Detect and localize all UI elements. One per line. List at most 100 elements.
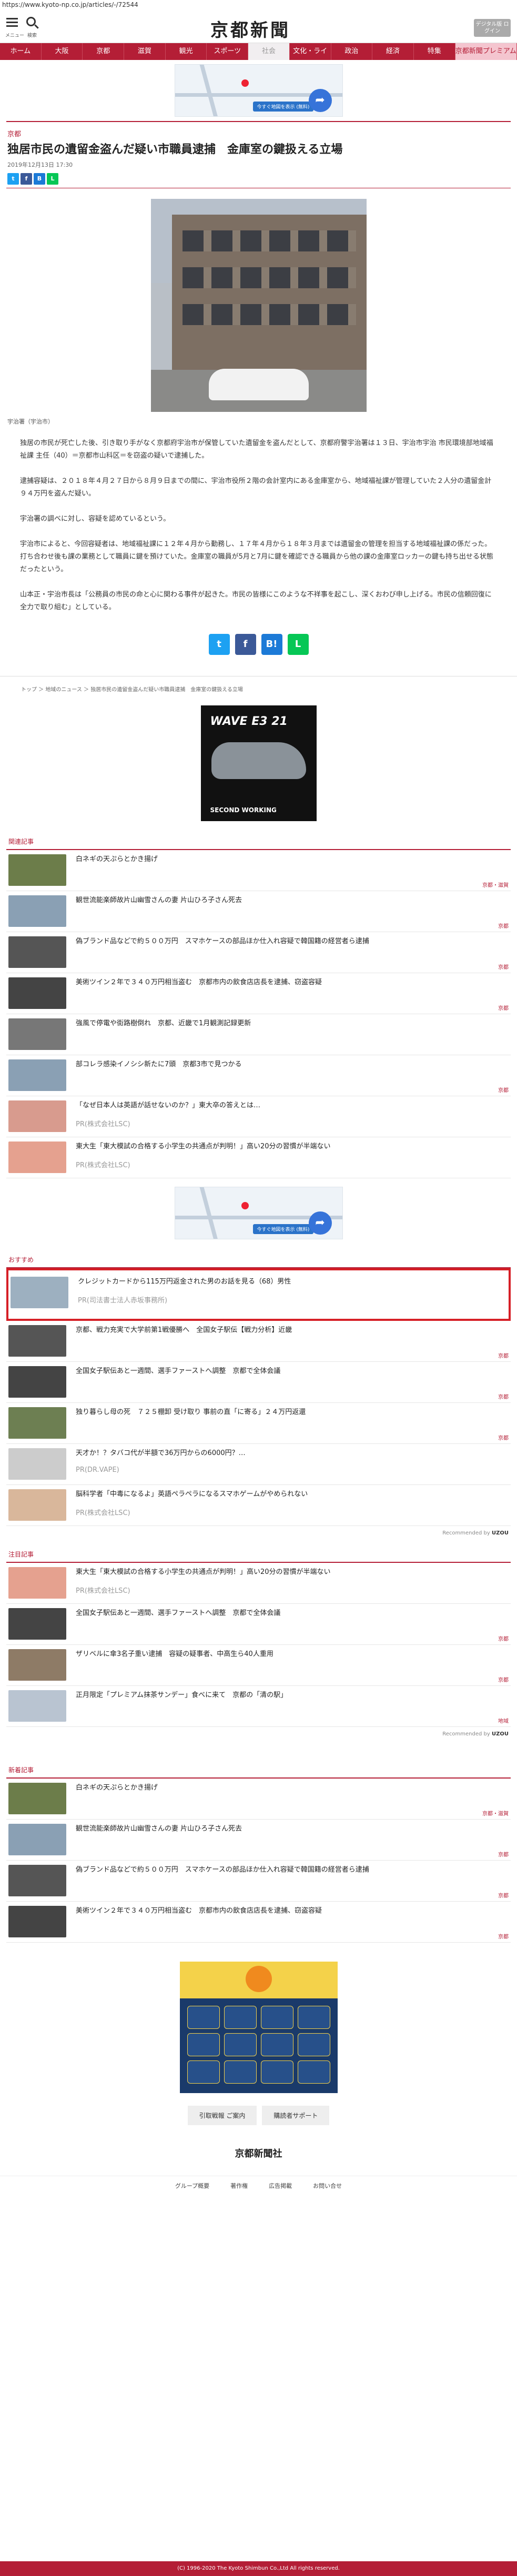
site-logo[interactable]: 京都新聞 [210,16,290,42]
item-tag: 京都 [498,1636,509,1642]
list-item[interactable]: 独り暮らし母の死 ７２５棚卸 受け取り 事前の直「に寄る」２４万円返還 京都 [6,1403,511,1444]
item-tag: 京都 [498,1353,509,1359]
list-item[interactable]: 東大生「東大模試の合格する小学生の共通点が判明！」高い20分の習慣が半端ない PR… [6,1137,511,1178]
line-icon[interactable]: L [287,634,309,655]
list-item[interactable]: 東大生「東大模試の合格する小学生の共通点が判明！」高い20分の習慣が半端ない PR… [6,1563,511,1604]
list-item[interactable]: 白ネギの天ぷらとかき揚げ 京都・滋賀 [6,1779,511,1820]
hatena-icon[interactable]: B! [261,634,282,655]
list-item[interactable]: 白ネギの天ぷらとかき揚げ 京都・滋賀 [6,850,511,891]
thumbnail [8,1567,66,1599]
list-item[interactable]: 偽ブランド品などで約５００万円 スマホケースの部品ほか仕入れ容疑で韓国籍の経営者… [6,932,511,973]
digital-login-button[interactable]: デジタル版 ログイン [474,19,511,37]
list-item[interactable]: 偽ブランド品などで約５００万円 スマホケースの部品ほか仕入れ容疑で韓国籍の経営者… [6,1861,511,1902]
shoe-ad[interactable]: WAVE E3 21 SECOND WORKING [200,705,317,821]
notable-section: 注目記事 東大生「東大模試の合格する小学生の共通点が判明！」高い20分の習慣が半端… [0,1547,517,1727]
info-button[interactable]: 引取戦報 ご案内 [187,2106,257,2125]
share-bar: t f B L [0,170,517,188]
list-item[interactable]: 正月限定「プレミアム抹茶サンデー」食べに来て 京都の「清の駅」 地域 [6,1686,511,1727]
section-title: おすすめ [6,1252,511,1268]
site-header: メニュー 検索 京都新聞 デジタル版 ログイン [0,11,517,43]
list-item[interactable]: 「なぜ日本人は英語が話せないのか？」東大卒の答えとは… PR(株式会社LSC) [6,1096,511,1137]
nav-item[interactable]: 観光 [166,43,207,60]
article-paragraph: 宇治署の調べに対し、容疑を認めているという。 [20,515,170,523]
list-item[interactable]: 観世流能楽師故片山幽雪さんの妻 片山ひろ子さん死去 京都 [6,891,511,932]
url-bar[interactable]: https://www.kyoto-np.co.jp/articles/-/72… [0,0,517,11]
list-item[interactable]: 全国女子駅伝あと一週間、選手ファーストへ調整 京都で全体会議 京都 [6,1362,511,1403]
item-title: ザリベルに傘3名子重い逮捕 容疑の疑事者、中高生ら40人重用 [76,1650,273,1658]
map-ad[interactable]: 今すぐ地図を表示 (無料) ➦ [174,1187,343,1239]
recommended-by[interactable]: Recommended by UZOU [0,1526,517,1540]
list-item[interactable]: 部コレラ感染イノシシ新たに7頭 京都3市で見つかる 京都 [6,1055,511,1096]
thumbnail [8,1448,66,1480]
list-item[interactable]: 強風で停電や街路樹倒れ 京都、近畿で1月観測記録更新 [6,1014,511,1055]
footer-link[interactable]: 広告掲載 [269,2181,292,2190]
item-title: 「なぜ日本人は英語が話せないのか？」東大卒の答えとは… [76,1102,261,1109]
nav-item[interactable]: ホーム [0,43,42,60]
fortune-ad[interactable] [179,1962,338,2093]
item-title: 東大生「東大模試の合格する小学生の共通点が判明！」高い20分の習慣が半端ない [76,1143,331,1150]
item-sponsor: PR(DR.VAPE) [76,1466,119,1474]
footer-link[interactable]: グループ概要 [175,2181,209,2190]
photo-caption: 宇治署（宇治市） [7,418,54,425]
list-item[interactable]: 美術ツイン２年で３４０万円相当盗む 京都市内の飲食店店長を逮捕、窃盗容疑京都 [6,1902,511,1943]
item-title: 正月限定「プレミアム抹茶サンデー」食べに来て 京都の「清の駅」 [76,1691,288,1699]
thumbnail [8,1141,66,1173]
thumbnail [8,1489,66,1521]
list-item[interactable]: 天才か！？タバコ代が半額で36万円からの6000円？… PR(DR.VAPE) [6,1444,511,1485]
hatena-icon[interactable]: B [34,173,45,185]
facebook-icon[interactable]: f [235,634,256,655]
nav-item[interactable]: 文化・ライフ [290,43,331,72]
nav-item[interactable]: 政治 [331,43,373,60]
map-pin-icon [241,79,249,87]
nav-item[interactable]: 経済 [372,43,414,60]
footer-link[interactable]: 著作権 [230,2181,248,2190]
article-date: 2019年12月13日 17:30 [7,161,73,168]
map-ad[interactable]: 今すぐ地図を表示 (無料) ➦ [174,64,343,117]
item-title: 美術ツイン２年で３４０万円相当盗む 京都市内の飲食店店長を逮捕、窃盗容疑 [76,1907,322,1915]
item-title: 東大生「東大模試の合格する小学生の共通点が判明！」高い20分の習慣が半端ない [76,1568,331,1576]
list-item[interactable]: 全国女子駅伝あと一週間、選手ファーストへ調整 京都で全体会議 京都 [6,1604,511,1645]
footer-link[interactable]: お問い合せ [313,2181,342,2190]
nav-item[interactable]: 大阪 [42,43,83,60]
list-item[interactable]: 観世流能楽師故片山幽雪さんの妻 片山ひろ子さん死去 京都 [6,1820,511,1861]
coin-icon [245,1966,272,1992]
list-item[interactable]: クレジットカードから115万円返金された男のお話を見る（68）男性 PR(司法書士… [6,1268,511,1321]
ad-map-button[interactable]: 今すぐ地図を表示 (無料) [252,1224,314,1234]
item-tag: 京都 [498,1678,509,1683]
thumbnail [8,1407,66,1439]
thumbnail [8,1865,66,1896]
nav-item[interactable]: 滋賀 [124,43,166,60]
list-item[interactable]: 脳科学者「中毒になるよ」英語ペラペラになるスマホゲームがやめられない PR(株式会… [6,1485,511,1526]
footer-logo[interactable]: 京都新聞社 [0,2146,517,2160]
menu-icon[interactable] [6,18,18,29]
line-icon[interactable]: L [47,173,58,185]
twitter-icon[interactable]: t [208,634,230,655]
nav-item[interactable]: 京都 [83,43,125,60]
nav-item[interactable]: スポーツ [207,43,249,60]
list-item[interactable]: 美術ツイン２年で３４０万円相当盗む 京都市内の飲食店店長を逮捕、窃盗容疑 京都 [6,973,511,1014]
breadcrumb[interactable]: トップ ＞ 地域のニュース ＞ 独居市民の遺留金盗んだ疑い市職員逮捕 金庫室の鍵… [0,676,517,693]
thumbnail [8,1366,66,1398]
thumbnail [8,977,66,1009]
ad-headline: WAVE E3 21 [210,715,288,728]
search-icon[interactable] [26,17,36,26]
nav-item[interactable]: 京都新聞プレミアム [455,43,517,60]
nav-item[interactable]: 社会 [248,43,290,60]
ad-map-button[interactable]: 今すぐ地図を表示 (無料) [252,102,314,112]
footer-buttons: 引取戦報 ご案内 購読者サポート [0,2106,517,2125]
facebook-icon[interactable]: f [21,173,32,185]
item-tag: 京都・滋賀 [482,1811,509,1817]
nav-item[interactable]: 特集 [414,43,455,60]
ad-tagline: SECOND WORKING [210,806,277,814]
item-tag: 京都 [498,1934,509,1940]
article-paragraph: 逮捕容疑は、２０１８年４月２７日から８月９日までの間に、宇治市役所２階の会計室内… [20,477,492,498]
recommend-section: おすすめ クレジットカードから115万円返金された男のお話を見る（68）男性 PR(… [0,1252,517,1526]
arrow-icon: ➦ [308,1211,332,1235]
recommended-by[interactable]: Recommended by UZOU [0,1727,517,1741]
twitter-icon[interactable]: t [7,173,19,185]
related-section: 関連記事 白ネギの天ぷらとかき揚げ 京都・滋賀 観世流能楽師故片山幽雪さんの妻 片山ひ… [0,834,517,1178]
article-category[interactable]: 京都 [0,122,517,140]
list-item[interactable]: 京都、戦力充実で大学前第1戦優勝へ 全国女子駅伝【戦力分析】近畿 京都 [6,1321,511,1362]
list-item[interactable]: ザリベルに傘3名子重い逮捕 容疑の疑事者、中高生ら40人重用京都 [6,1645,511,1686]
support-button[interactable]: 購読者サポート [262,2106,330,2125]
